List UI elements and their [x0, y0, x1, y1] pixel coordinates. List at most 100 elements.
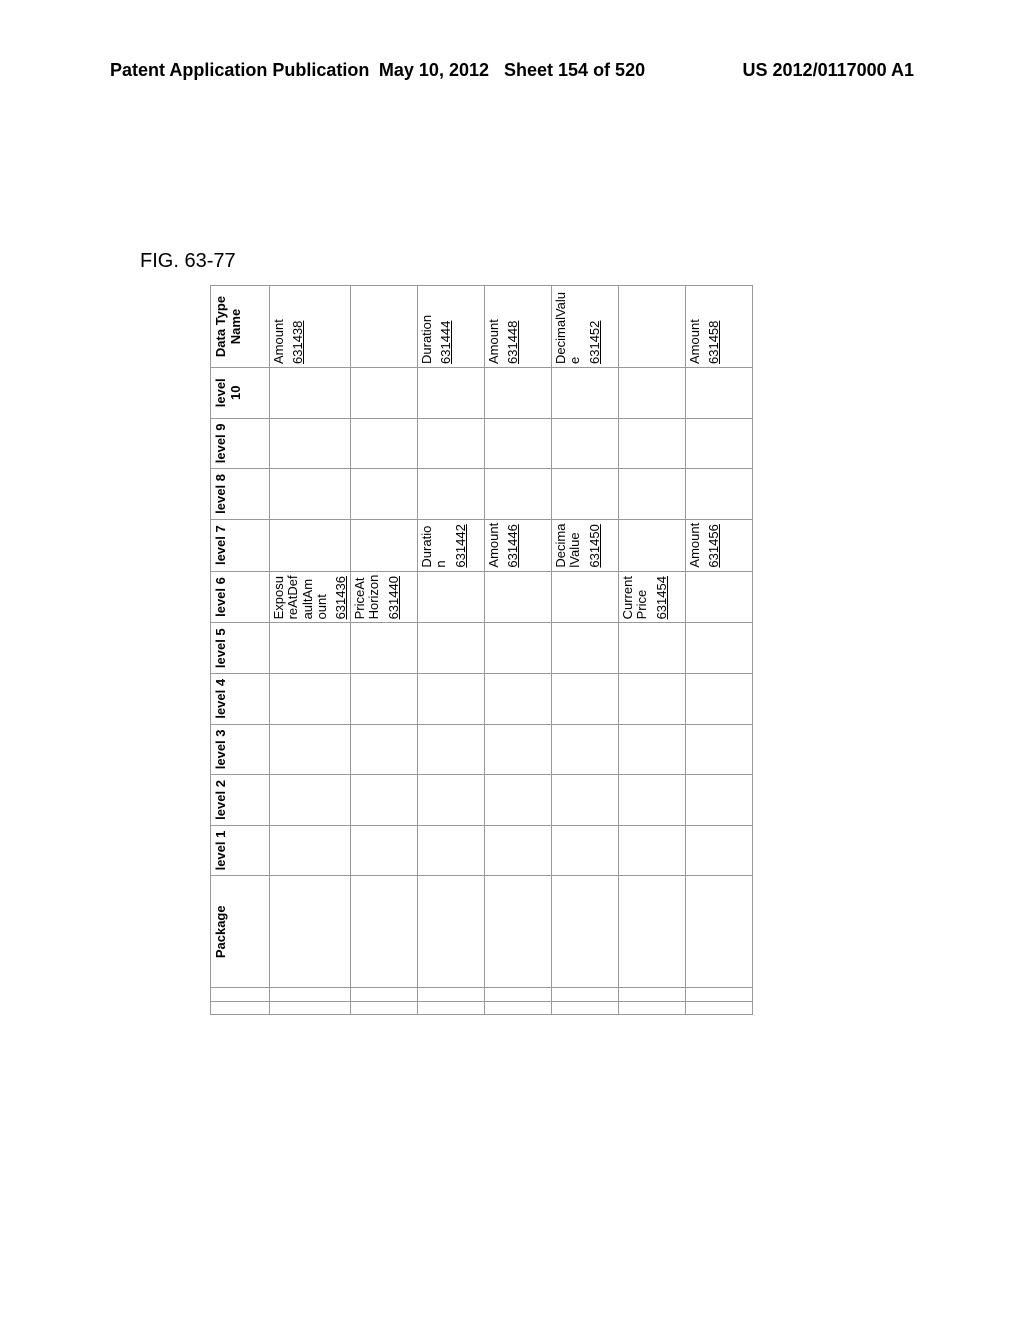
- cell-level-7: DecimalValue631450: [552, 519, 619, 571]
- stub-cell: [485, 1001, 552, 1014]
- cell-level-1: [351, 825, 418, 876]
- cell-ref: 631436: [333, 575, 348, 620]
- stub-cell: [270, 988, 351, 1001]
- table-row: ExposureAtDefaultAmount631436 Amount63143…: [270, 286, 351, 1015]
- col-package: Package: [211, 876, 270, 988]
- cell-text: Amount: [487, 523, 501, 568]
- cell-level-6: PriceAtHorizon631440: [351, 571, 418, 623]
- table-row: Amount631446Amount631448: [485, 286, 552, 1015]
- cell-level-1: [686, 825, 753, 876]
- table-row: DecimalValue631450 DecimalValue 631452: [552, 286, 619, 1015]
- cell-level-1: [418, 825, 485, 876]
- cell-level-2: [418, 775, 485, 826]
- header-row: Package level 1 level 2 level 3 level 4 …: [211, 286, 270, 1015]
- cell-level-4: [351, 674, 418, 725]
- stub-cell: [351, 988, 418, 1001]
- cell-level-8: [270, 469, 351, 520]
- hdr-sheet: Sheet 154 of 520: [504, 60, 645, 80]
- cell-level-10: [418, 368, 485, 419]
- stub-cell: [619, 1001, 686, 1014]
- cell-level-1: [270, 825, 351, 876]
- cell-level-5: [485, 623, 552, 674]
- cell-level-2: [686, 775, 753, 826]
- col-level-2: level 2: [211, 775, 270, 826]
- col-level-9: level 9: [211, 418, 270, 469]
- hdr-right: US 2012/0117000 A1: [743, 60, 914, 81]
- cell-ref: 631440: [386, 575, 401, 620]
- cell-level-6: [552, 571, 619, 623]
- cell-level-10: [619, 368, 686, 419]
- cell-level-3: [619, 724, 686, 775]
- cell-level-9: [351, 418, 418, 469]
- cell-ref: 631442: [453, 523, 468, 568]
- cell-level-7: [619, 519, 686, 571]
- cell-package: [619, 876, 686, 988]
- cell-level-9: [418, 418, 485, 469]
- cell-level-10: [552, 368, 619, 419]
- cell-level-3: [485, 724, 552, 775]
- cell-level-2: [485, 775, 552, 826]
- cell-level-4: [485, 674, 552, 725]
- cell-level-7: Amount 631456: [686, 519, 753, 571]
- table-row: Duration631442Duration631444: [418, 286, 485, 1015]
- cell-level-2: [552, 775, 619, 826]
- cell-level-3: [270, 724, 351, 775]
- cell-level-10: [485, 368, 552, 419]
- col-level-8: level 8: [211, 469, 270, 520]
- cell-level-10: [351, 368, 418, 419]
- cell-ref: 631454: [654, 575, 669, 620]
- table-body: ExposureAtDefaultAmount631436Amount63143…: [270, 286, 753, 1015]
- stub-col: [211, 988, 270, 1001]
- cell-ref: 631458: [706, 289, 721, 364]
- cell-level-5: [686, 623, 753, 674]
- stub-cell: [686, 1001, 753, 1014]
- stub-cell: [351, 1001, 418, 1014]
- cell-level-4: [418, 674, 485, 725]
- cell-data-type-name: Amount631438: [270, 286, 351, 368]
- cell-package: [270, 876, 351, 988]
- table-row: PriceAtHorizon631440: [351, 286, 418, 1015]
- cell-level-4: [686, 674, 753, 725]
- figure-label: FIG. 63-77: [140, 250, 236, 273]
- cell-level-6: ExposureAtDefaultAmount631436: [270, 571, 351, 623]
- cell-level-6: [418, 571, 485, 623]
- cell-text: CurrentPrice: [621, 575, 650, 620]
- cell-level-1: [552, 825, 619, 876]
- cell-text: Amount: [487, 289, 501, 364]
- cell-text: Amount: [688, 523, 702, 568]
- cell-ref: 631446: [505, 523, 520, 568]
- cell-level-5: [552, 623, 619, 674]
- cell-level-9: [619, 418, 686, 469]
- cell-level-3: [552, 724, 619, 775]
- cell-level-9: [270, 418, 351, 469]
- cell-package: [686, 876, 753, 988]
- cell-package: [485, 876, 552, 988]
- col-level-3: level 3: [211, 724, 270, 775]
- stub-cell: [686, 988, 753, 1001]
- cell-level-8: [619, 469, 686, 520]
- cell-text: Duration: [420, 523, 449, 568]
- figure-table-wrap: Package level 1 level 2 level 3 level 4 …: [210, 285, 753, 1015]
- cell-text: DecimalValue: [554, 289, 583, 364]
- stub-cell: [418, 1001, 485, 1014]
- cell-ref: 631452: [587, 289, 602, 364]
- table-row: Amount 631456 Amount631458: [686, 286, 753, 1015]
- cell-data-type-name: Amount631458: [686, 286, 753, 368]
- cell-level-9: [686, 418, 753, 469]
- col-level-6: level 6: [211, 571, 270, 623]
- cell-level-3: [418, 724, 485, 775]
- col-level-5: level 5: [211, 623, 270, 674]
- cell-level-1: [619, 825, 686, 876]
- cell-package: [351, 876, 418, 988]
- cell-data-type-name: [351, 286, 418, 368]
- stub-cell: [552, 1001, 619, 1014]
- cell-level-7: [270, 519, 351, 571]
- cell-ref: 631456: [706, 523, 721, 568]
- cell-level-2: [619, 775, 686, 826]
- cell-level-5: [418, 623, 485, 674]
- cell-level-7: [351, 519, 418, 571]
- cell-level-10: [686, 368, 753, 419]
- cell-data-type-name: [619, 286, 686, 368]
- cell-level-3: [686, 724, 753, 775]
- table-row: CurrentPrice 631454: [619, 286, 686, 1015]
